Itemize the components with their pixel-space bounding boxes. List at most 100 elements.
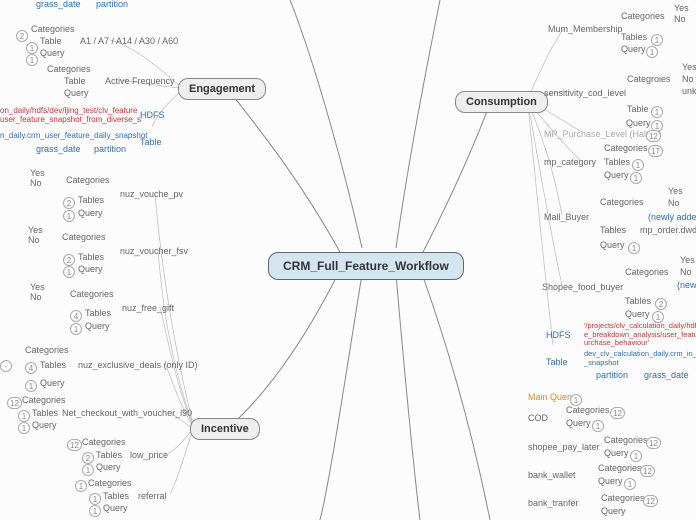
food-cat: Categories [625,267,669,277]
mall-cat: Categories [600,197,644,207]
q-3: Query [85,321,110,331]
mp-category[interactable]: mp_category [544,157,596,167]
spl-b1: 12 [646,437,661,449]
mum-no: No [674,14,686,24]
food-tab: Tables [625,296,651,306]
a-line: A1 / A7 / A14 / A30 / A60 [80,36,178,46]
tab-3: Tables [85,308,111,318]
mum-yes: Yes [674,3,689,13]
mpcat-b1: 17 [648,145,663,157]
cod[interactable]: COD [528,413,548,423]
engagement-node[interactable]: Engagement [178,78,266,100]
query-a: Query [40,48,65,58]
food-no: No [680,267,692,277]
hdfs-label-right: HDFS [546,330,571,340]
mall-new: (newly added [648,212,696,222]
food-q: Query [625,309,650,319]
b4a: 4 [25,362,37,374]
partition-2: partition [94,144,126,154]
mall-q: Query [600,240,625,250]
halted-b: 12 [646,130,661,142]
mum-membership[interactable]: Mum_Membership [548,24,623,34]
main-query[interactable]: Main Query [528,392,575,402]
b7b: 1 [89,493,101,505]
mpcat-q: Query [604,170,629,180]
node-exclusive-deals[interactable]: nuz_exclusive_deals (only ID) [78,360,198,370]
grass-date-2: grass_date [36,144,81,154]
shopee-food-buyer[interactable]: Shopee_food_buyer [542,282,623,292]
food-b1: 2 [655,298,667,310]
bank-wallet[interactable]: bank_wallet [528,470,576,480]
categories-b: Categories [47,64,91,74]
bank-transfer[interactable]: bank_tranfer [528,498,579,508]
mp-purchase-halted: MP_Purchase_Level (Halted) [544,129,662,139]
q-5: Query [32,420,57,430]
cat-3: Categories [70,289,114,299]
scl-unk: unk [682,86,696,96]
cat-2: Categories [62,232,106,242]
node-low-price[interactable]: low_price [130,450,168,460]
cat-5: Categories [22,395,66,405]
mall-no: No [668,198,680,208]
yes-2: Yes [28,225,43,235]
b4b: 1 [25,380,37,392]
table-label-left: Table [140,137,162,147]
mum-cat: Categories [621,11,665,21]
mpcat-b3: 1 [630,172,642,184]
food-yes: Yes [680,255,695,265]
node-referral[interactable]: referral [138,491,167,501]
bw-b1: 12 [640,465,655,477]
badge-2: 2 [16,30,28,42]
mpcat-b2: 1 [632,159,644,171]
mpcat-tab: Tables [604,157,630,167]
cod-b2: 1 [592,420,604,432]
b3a: 4 [70,310,82,322]
b6b: 2 [82,452,94,464]
no-1: No [30,178,42,188]
table-b: Table [64,76,86,86]
mall-b: 1 [628,242,640,254]
tab-1: Tables [78,195,104,205]
mum-b2: 1 [646,46,658,58]
pre-b: - [0,360,12,372]
bw-cat: Categories [598,463,642,473]
table-label-right: Table [546,357,568,367]
partition-1: partition [96,0,128,9]
spl-b2: 1 [630,450,642,462]
bw-q: Query [598,476,623,486]
scl-cat: Categroies [627,74,671,84]
spl-q: Query [604,448,629,458]
shopee-pay-later[interactable]: shopee_pay_later [528,442,600,452]
mall-buyer[interactable]: Mall_Buyer [544,212,589,222]
no-3: No [30,292,42,302]
b2a: 2 [63,254,75,266]
sensitivity-cod-level[interactable]: sensitivity_cod_level [544,88,626,98]
scl-no: No [682,74,694,84]
spl-cat: Categories [604,435,648,445]
bt-b1: 12 [643,495,658,507]
q-1: Query [78,208,103,218]
mum-q: Query [621,44,646,54]
b6c: 1 [82,464,94,476]
cod-b1: 12 [610,407,625,419]
cat-6: Categories [82,437,126,447]
yes-3: Yes [30,282,45,292]
center-node[interactable]: CRM_Full_Feature_Workflow [268,252,464,280]
node-voucher-pv[interactable]: nuz_vouche_pv [120,189,183,199]
cod-q: Query [566,418,591,428]
grass-date-1: grass_date [36,0,81,9]
node-net-checkout[interactable]: Net_checkout_with_voucher_l90 [62,408,192,418]
consumption-node[interactable]: Consumption [455,91,548,113]
q-2: Query [78,264,103,274]
scl-b1: 1 [651,106,663,118]
node-free-gift[interactable]: nuz_free_gift [122,303,174,313]
b1a: 2 [63,197,75,209]
cat-1: Categories [66,175,110,185]
table-path-right: dev_clv_calculation_daily.crm_in_app_p_s… [584,350,696,367]
b5b: 1 [18,410,30,422]
food-new: (new [677,280,696,290]
incentive-node[interactable]: Incentive [190,418,260,440]
scl-yes: Yes [682,62,696,72]
node-voucher-fsv[interactable]: nuz_voucher_fsv [120,246,188,256]
tab-4: Tables [40,360,66,370]
